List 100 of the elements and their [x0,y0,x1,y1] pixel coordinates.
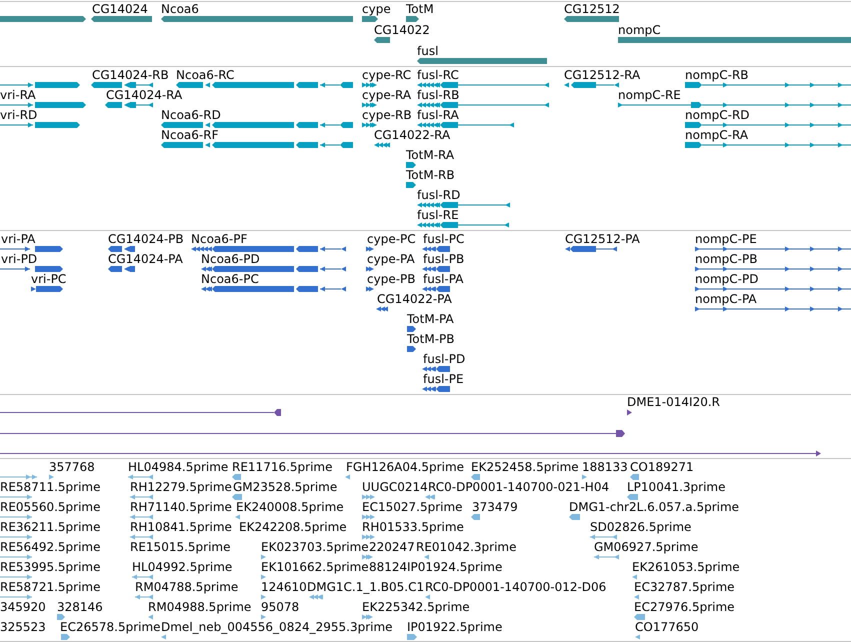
feature-label: cype [362,2,391,16]
feature-label: IP01922.5prime [407,620,502,634]
feature-label: cype-PC [367,232,416,246]
feature-label: TotM-RA [406,148,454,162]
feature-label: RH12279.5prime [130,480,232,494]
feature-label: vri-PD [1,252,38,266]
feature-label: vri-RA [0,88,36,102]
feature-label: CG14024-RB [92,68,169,82]
feature-label: RE15015.5prime [130,540,230,554]
feature-label: FGH126A04.5prime [346,460,464,474]
feature-label: 373479 [472,500,518,514]
feature-label: RH10841.5prime [130,520,232,534]
feature-label: EK225342.5prime [362,600,470,614]
feature-label: 328146 [57,600,103,614]
feature-label: CG12512-RA [564,68,640,82]
feature-label: fusl-RD [417,188,460,202]
feature-label: RE01042.3prime [416,540,516,554]
feature-label: RH71140.5prime [130,500,232,514]
feature-label: GM23528.5prime [233,480,338,494]
feature-label: 357768 [49,460,95,474]
feature-label: 124610 [261,580,307,594]
feature-label: fusl-RA [417,108,459,122]
feature-label: fusl-PA [423,272,464,286]
feature-label: vri-PA [1,232,36,246]
feature-label: DME1-014I20.R [627,395,720,409]
feature-label: EC15027.5prime [362,500,463,514]
feature-label: RE11716.5prime [232,460,332,474]
feature-label: 88124 [369,560,408,574]
feature-label: nompC-RE [618,88,681,102]
feature-label: Ncoa6-RF [161,128,218,142]
feature-label: CO177650 [635,620,699,634]
feature-label: CG14024-PB [108,232,184,246]
feature-label: CG14022-PA [377,292,452,306]
feature-label: EK101662.5prime [261,560,369,574]
feature-label: cype-PA [367,252,415,266]
feature-label: TotM-PA [407,312,454,326]
feature-label: CG14024-PA [108,252,183,266]
feature-label: RE58711.5prime [0,480,100,494]
feature-label: DMG1C.1_1.B05.C1 [307,580,424,594]
feature-label: vri-PC [31,272,66,286]
feature-label: 95078 [261,600,300,614]
feature-label: nompC-PD [695,272,758,286]
feature-label: CG12512 [564,2,620,16]
feature-label: TotM [406,2,434,16]
feature-label: RE58721.5prime [0,580,100,594]
feature-label: fusl-PD [423,352,466,366]
feature-label: fusl-RB [417,88,460,102]
feature-label: RH01533.5prime [362,520,464,534]
feature-label: HL04992.5prime [132,560,232,574]
feature-label: cype-RA [362,88,412,102]
feature-label: CG14024 [92,2,148,16]
feature-label: nompC-RA [685,128,748,142]
feature-label: Ncoa6-RC [176,68,234,82]
feature-label: fusl-RC [417,68,459,82]
feature-label: EK261053.5prime [632,560,740,574]
feature-label: RE53995.5prime [0,560,100,574]
feature-label: GM06927.5prime [594,540,698,554]
feature-label: 188133 [582,460,628,474]
feature-label: 345920 [0,600,46,614]
feature-label: nompC-PB [695,252,758,266]
feature-label: TotM-PB [407,332,454,346]
feature-label: fusl-RE [417,208,459,222]
feature-label: nompC-RB [685,68,749,82]
feature-label: cype-RC [362,68,412,82]
feature-label: TotM-RB [406,168,455,182]
feature-label: fusl-PE [423,372,464,386]
feature-label: CG14022 [374,23,430,37]
feature-label: IP01924.5prime [407,560,502,574]
feature-label: Ncoa6-PC [201,272,259,286]
feature-label: nompC [618,23,661,37]
feature-label: UUGC0214 [362,480,428,494]
feature-label: nompC-PA [695,292,757,306]
feature-label: cype-PB [367,272,416,286]
feature-label: 325523 [0,620,46,634]
feature-label: Ncoa6 [161,2,199,16]
feature-label: Ncoa6-RD [161,108,221,122]
feature-label: CG12512-PA [565,232,640,246]
feature-label: RM04988.5prime [148,600,252,614]
feature-label: RC0-DP0001-140700-021-H04 [428,480,610,494]
feature-label: HL04984.5prime [128,460,228,474]
feature-label: CG14024-RA [106,88,182,102]
feature-label: EK252458.5prime [471,460,579,474]
feature-label: nompC-RD [685,108,750,122]
feature-label: EK023703.5prime [261,540,369,554]
feature-label: fusl-PC [423,232,464,246]
feature-label: cype-RB [362,108,412,122]
feature-label: EK242208.5prime [239,520,347,534]
feature-label: EK240008.5prime [236,500,344,514]
feature-label: Ncoa6-PD [201,252,260,266]
feature-label: 220247 [369,540,415,554]
feature-label: RM04788.5prime [135,580,238,594]
feature-label: LP10041.3prime [627,480,726,494]
feature-label: vri-RD [0,108,38,122]
feature-label: RE05560.5prime [0,500,100,514]
feature-label: CO189271 [630,460,694,474]
feature-label: CG14022-RA [374,128,450,142]
feature-label: EC32787.5prime [634,580,735,594]
feature-label: nompC-PE [695,232,757,246]
feature-label: Dmel_neb_004556_0824_2955.3prime [161,620,393,634]
feature-label: EC26578.5prime [60,620,161,634]
